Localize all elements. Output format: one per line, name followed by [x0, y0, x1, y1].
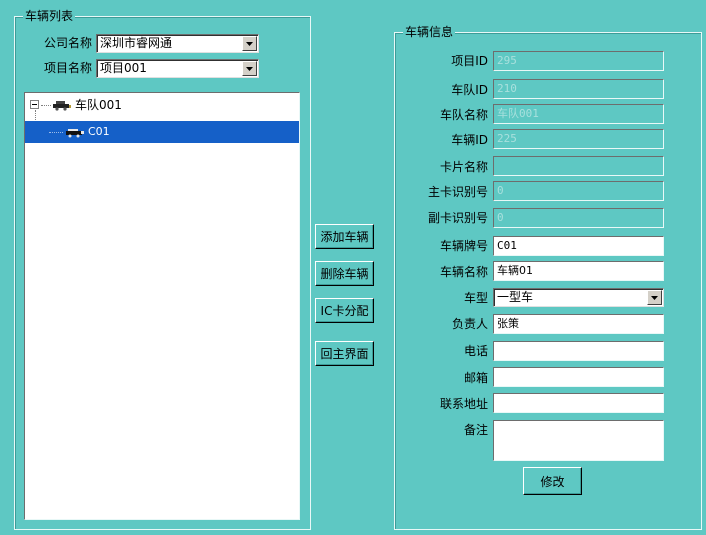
vehicle-icon	[65, 127, 85, 141]
vehicle-list-title: 车辆列表	[23, 9, 76, 23]
vehicle-name-label: 车辆名称	[439, 265, 488, 279]
collapse-icon[interactable]	[30, 100, 39, 109]
main-card-id-field: 0	[493, 181, 664, 201]
chevron-down-icon[interactable]	[647, 290, 662, 305]
email-label: 邮箱	[463, 371, 488, 385]
vehicle-name-input[interactable]: 车辆01	[493, 261, 664, 281]
modify-button[interactable]: 修改	[523, 467, 582, 495]
project-id-label: 项目ID	[451, 54, 488, 68]
vehicle-type-value: 一型车	[497, 290, 534, 304]
email-input[interactable]	[493, 367, 664, 387]
vehicle-type-select[interactable]: 一型车	[493, 288, 664, 307]
phone-input[interactable]	[493, 341, 664, 361]
vehicle-id-label: 车辆ID	[451, 133, 488, 147]
tree-node-vehicle[interactable]: C01	[25, 121, 299, 143]
chevron-down-icon[interactable]	[242, 36, 257, 51]
plate-number-input[interactable]: C01	[493, 236, 664, 256]
ic-card-assign-button[interactable]: IC卡分配	[315, 298, 374, 323]
tree-node-fleet[interactable]: 车队001	[25, 94, 299, 116]
project-select[interactable]: 项目001	[96, 59, 259, 78]
tree-connector	[41, 105, 51, 106]
plate-number-label: 车辆牌号	[439, 239, 488, 253]
remark-textarea[interactable]	[493, 420, 664, 461]
delete-vehicle-button[interactable]: 删除车辆	[315, 261, 374, 286]
fleet-icon	[52, 99, 72, 114]
chevron-down-icon[interactable]	[242, 61, 257, 76]
add-vehicle-button[interactable]: 添加车辆	[315, 224, 374, 249]
address-label: 联系地址	[439, 397, 488, 411]
sub-card-id-label: 副卡识别号	[427, 211, 488, 225]
fleet-id-label: 车队ID	[451, 83, 488, 97]
company-label: 公司名称	[43, 36, 92, 50]
fleet-id-field: 210	[493, 79, 664, 99]
project-id-field: 295	[493, 51, 664, 71]
vehicle-type-label: 车型	[463, 291, 488, 305]
manager-input[interactable]: 张策	[493, 314, 664, 334]
tree-vehicle-label: C01	[88, 125, 110, 138]
fleet-name-label: 车队名称	[439, 108, 488, 122]
vehicle-info-title: 车辆信息	[403, 25, 456, 39]
tree-fleet-label: 车队001	[75, 98, 122, 112]
project-select-value: 项目001	[100, 61, 147, 75]
remark-label: 备注	[463, 423, 488, 437]
address-input[interactable]	[493, 393, 664, 413]
back-to-main-button[interactable]: 回主界面	[315, 341, 374, 366]
sub-card-id-field: 0	[493, 208, 664, 228]
company-select[interactable]: 深圳市睿网通	[96, 34, 259, 53]
vehicle-id-field: 225	[493, 129, 664, 149]
company-select-value: 深圳市睿网通	[100, 36, 173, 50]
manager-label: 负责人	[451, 317, 488, 331]
tree-connector	[49, 132, 63, 133]
vehicle-tree[interactable]: 车队001 C01	[24, 92, 300, 520]
main-card-id-label: 主卡识别号	[427, 185, 488, 199]
card-name-field	[493, 156, 664, 176]
fleet-name-field: 车队001	[493, 104, 664, 124]
phone-label: 电话	[463, 344, 488, 358]
card-name-label: 卡片名称	[439, 160, 488, 174]
project-label: 项目名称	[43, 61, 92, 75]
